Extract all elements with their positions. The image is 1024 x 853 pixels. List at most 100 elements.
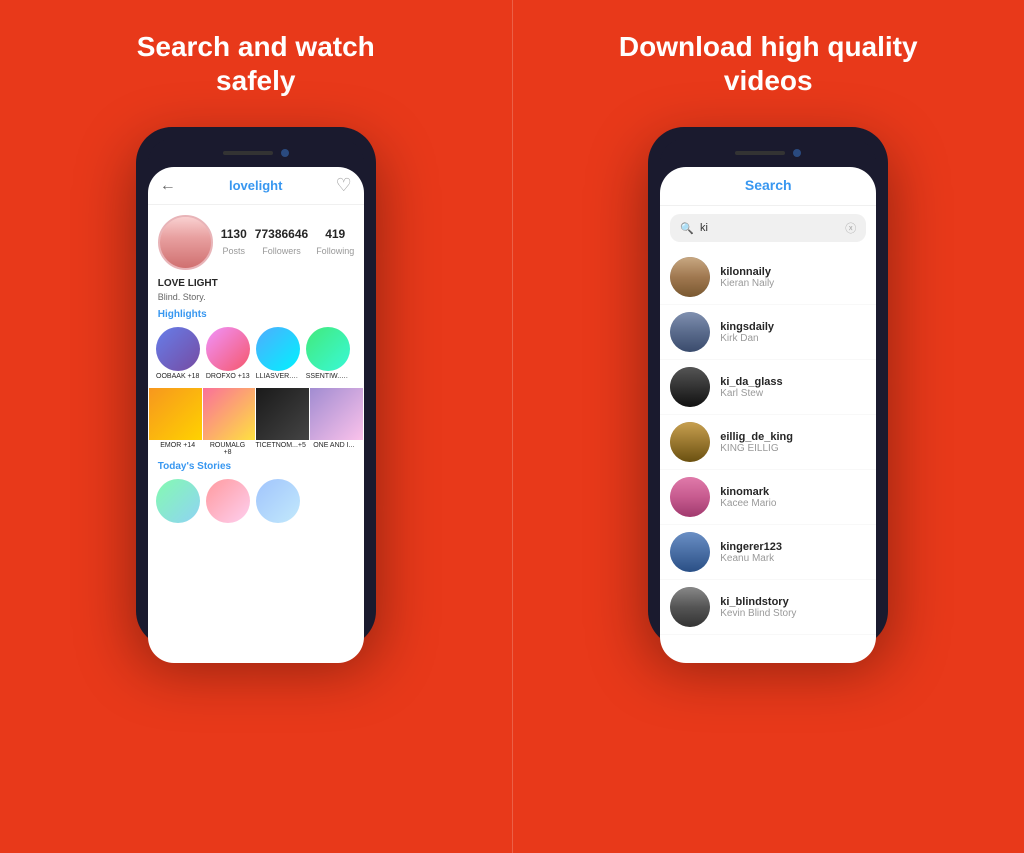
story-circle-3 <box>256 479 300 523</box>
highlight-2[interactable]: DROFXO +13 <box>206 327 250 380</box>
profile-name: LOVE LIGHT <box>148 276 364 291</box>
result-displayname-4: KING EILLIG <box>720 443 866 454</box>
result-username-2: kingsdaily <box>720 321 866 333</box>
highlights-row-1: OOBAAK +18 DROFXO +13 LLIASVER...+13 SSE… <box>148 323 364 384</box>
stories-row <box>148 475 364 527</box>
result-displayname-3: Karl Stew <box>720 388 866 399</box>
followers-label: Followers <box>262 246 301 256</box>
grid-label-2: ROUMALG +8 <box>206 442 250 456</box>
grid-labels-row1: EMOR +14 ROUMALG +8 TICETNOM...+5 ONE AN… <box>148 440 364 458</box>
highlight-circle-2 <box>206 327 250 371</box>
grid-item-3 <box>256 388 309 440</box>
result-username-4: eillig_de_king <box>720 431 866 443</box>
result-info-6: kingerer123 Keanu Mark <box>720 541 866 564</box>
search-bar[interactable]: 🔍 ki ⓧ <box>670 214 866 242</box>
story-3[interactable] <box>256 479 300 523</box>
heart-icon[interactable]: ♡ <box>336 175 352 196</box>
list-item[interactable]: eillig_de_king KING EILLIG <box>660 415 876 470</box>
result-info-7: ki_blindstory Kevin Blind Story <box>720 596 866 619</box>
result-info-1: kilonnaily Kieran Naily <box>720 266 866 289</box>
highlight-3[interactable]: LLIASVER...+13 <box>256 327 300 380</box>
phone-camera-left <box>281 149 289 157</box>
highlight-label-2: DROFXO +13 <box>206 373 250 380</box>
highlight-label-3: LLIASVER...+13 <box>256 373 300 380</box>
list-item[interactable]: ki_da_glass Karl Stew <box>660 360 876 415</box>
profile-stats: 1130 Posts 77386646 Followers 419 Follow… <box>221 215 354 270</box>
result-info-2: kingsdaily Kirk Dan <box>720 321 866 344</box>
left-panel: Search and watch safely ← lovelight ♡ <box>0 0 513 853</box>
result-avatar-2 <box>670 312 710 352</box>
list-item[interactable]: kilonnaily Kieran Naily <box>660 250 876 305</box>
following-stat: 419 Following <box>316 227 354 259</box>
phone-top-bar-right <box>660 139 876 167</box>
result-info-4: eillig_de_king KING EILLIG <box>720 431 866 454</box>
highlights-label[interactable]: Highlights <box>148 306 364 323</box>
search-icon: 🔍 <box>680 222 694 235</box>
highlight-label-1: OOBAAK +18 <box>156 373 199 380</box>
search-results-list: kilonnaily Kieran Naily kingsdaily Kirk … <box>660 250 876 663</box>
search-query-text[interactable]: ki <box>700 222 839 234</box>
result-displayname-1: Kieran Naily <box>720 278 866 289</box>
left-phone-mockup: ← lovelight ♡ 1130 Posts 77386646 <box>136 127 376 647</box>
result-avatar-6 <box>670 532 710 572</box>
phone-screen-right: Search 🔍 ki ⓧ kilonnaily Kieran Naily <box>660 167 876 663</box>
result-username-3: ki_da_glass <box>720 376 866 388</box>
grid-label-1: EMOR +14 <box>156 442 200 456</box>
highlight-circle-4 <box>306 327 350 371</box>
highlight-label-4: SSENTIW...+21 <box>306 373 350 380</box>
result-username-1: kilonnaily <box>720 266 866 278</box>
story-2[interactable] <box>206 479 250 523</box>
list-item[interactable]: kingsdaily Kirk Dan <box>660 305 876 360</box>
profile-header: ← lovelight ♡ <box>148 167 364 205</box>
result-displayname-5: Kacee Mario <box>720 498 866 509</box>
right-panel-title: Download high quality videos <box>618 30 918 97</box>
highlight-1[interactable]: OOBAAK +18 <box>156 327 200 380</box>
profile-bio: Blind. Story. <box>148 291 364 306</box>
highlight-4[interactable]: SSENTIW...+21 <box>306 327 350 380</box>
highlight-circle-3 <box>256 327 300 371</box>
result-avatar-1 <box>670 257 710 297</box>
back-icon[interactable]: ← <box>160 177 176 195</box>
grid-item-2 <box>203 388 256 440</box>
search-header: Search <box>660 167 876 206</box>
phone-camera-right <box>793 149 801 157</box>
list-item[interactable]: ki_blindstory Kevin Blind Story <box>660 580 876 635</box>
story-1[interactable] <box>156 479 200 523</box>
grid-item-1 <box>149 388 202 440</box>
right-phone-mockup: Search 🔍 ki ⓧ kilonnaily Kieran Naily <box>648 127 888 647</box>
posts-count: 1130 <box>221 227 247 241</box>
search-clear-icon[interactable]: ⓧ <box>845 220 856 236</box>
grid-label-3: TICETNOM...+5 <box>256 442 306 456</box>
result-avatar-4 <box>670 422 710 462</box>
list-item[interactable]: kingerer123 Keanu Mark <box>660 525 876 580</box>
left-panel-title: Search and watch safely <box>106 30 406 97</box>
result-username-7: ki_blindstory <box>720 596 866 608</box>
following-count: 419 <box>316 227 354 241</box>
list-item[interactable]: kinomark Kacee Mario <box>660 470 876 525</box>
story-circle-1 <box>156 479 200 523</box>
phone-top-bar-left <box>148 139 364 167</box>
profile-avatar <box>158 215 213 270</box>
grid-row-1 <box>148 388 364 440</box>
profile-username: lovelight <box>229 178 282 193</box>
posts-label: Posts <box>223 246 246 256</box>
stories-label[interactable]: Today's Stories <box>148 458 364 475</box>
followers-count: 77386646 <box>255 227 308 241</box>
result-displayname-7: Kevin Blind Story <box>720 608 866 619</box>
story-circle-2 <box>206 479 250 523</box>
grid-label-4: ONE AND I... <box>312 442 356 456</box>
followers-stat: 77386646 Followers <box>255 227 308 259</box>
search-page-title: Search <box>745 177 792 193</box>
phone-screen-left: ← lovelight ♡ 1130 Posts 77386646 <box>148 167 364 663</box>
result-displayname-2: Kirk Dan <box>720 333 866 344</box>
result-avatar-5 <box>670 477 710 517</box>
posts-stat: 1130 Posts <box>221 227 247 259</box>
result-avatar-7 <box>670 587 710 627</box>
result-info-3: ki_da_glass Karl Stew <box>720 376 866 399</box>
result-displayname-6: Keanu Mark <box>720 553 866 564</box>
profile-info: 1130 Posts 77386646 Followers 419 Follow… <box>148 205 364 276</box>
following-label: Following <box>316 246 354 256</box>
result-username-6: kingerer123 <box>720 541 866 553</box>
grid-item-4 <box>310 388 363 440</box>
phone-speaker-right <box>735 151 785 155</box>
